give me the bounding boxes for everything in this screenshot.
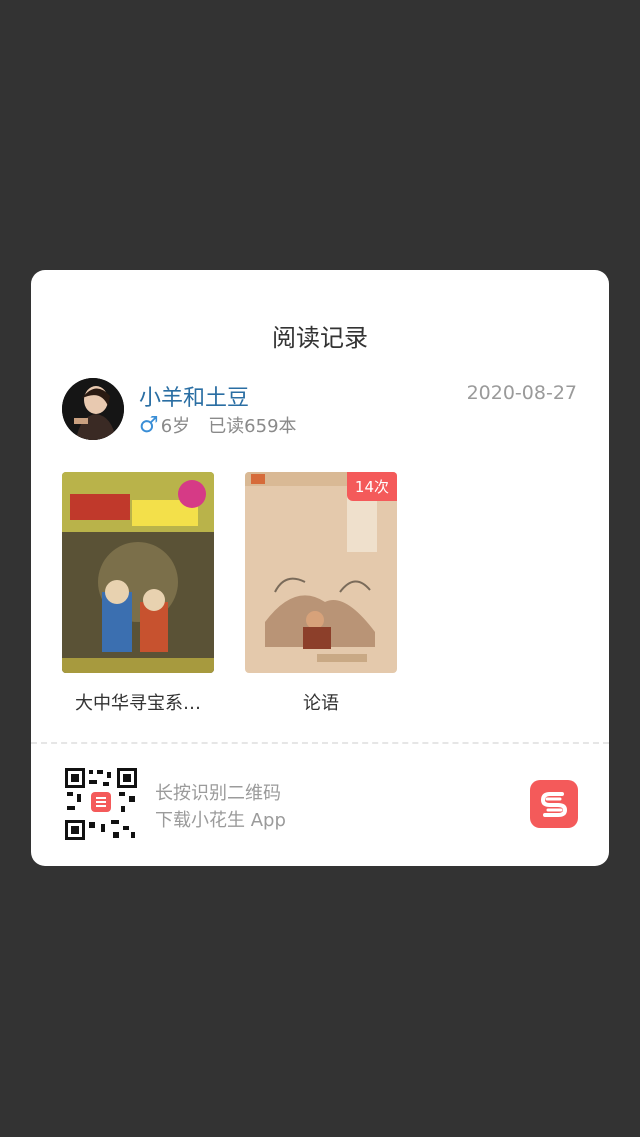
read-times-badge: 14次	[346, 472, 397, 501]
username[interactable]: 小羊和土豆	[139, 380, 249, 412]
record-date: 2020-08-27	[466, 382, 577, 404]
read-count: 已读659本	[208, 416, 297, 437]
qr-code[interactable]	[63, 766, 139, 842]
reading-record-card: 阅读记录 小羊和土豆 2020-08-27 ♂ 6岁 已读659本 大中华寻宝系…	[31, 270, 609, 866]
xiaohuasheng-logo-icon	[530, 780, 578, 828]
qr-line-1: 长按识别二维码	[155, 783, 281, 804]
book-list: 大中华寻宝系… 14次 论语	[62, 472, 428, 715]
book-item[interactable]: 14次 论语	[245, 472, 397, 715]
qr-instructions: 长按识别二维码 下载小花生 App	[155, 780, 286, 834]
user-avatar[interactable]	[62, 378, 124, 440]
book-cover-henan-treasure[interactable]	[62, 472, 214, 673]
male-icon: ♂	[139, 412, 159, 438]
dialog-title: 阅读记录	[272, 324, 368, 352]
book-cover-lunyu[interactable]: 14次	[245, 472, 397, 673]
book-item[interactable]: 大中华寻宝系…	[62, 472, 214, 715]
dashed-divider	[31, 742, 609, 744]
user-meta: ♂ 6岁 已读659本	[139, 412, 297, 438]
qr-line-2: 下载小花生 App	[155, 810, 286, 831]
book-title: 论语	[303, 693, 339, 714]
user-age: 6岁	[160, 416, 191, 437]
book-title: 大中华寻宝系…	[75, 693, 201, 714]
